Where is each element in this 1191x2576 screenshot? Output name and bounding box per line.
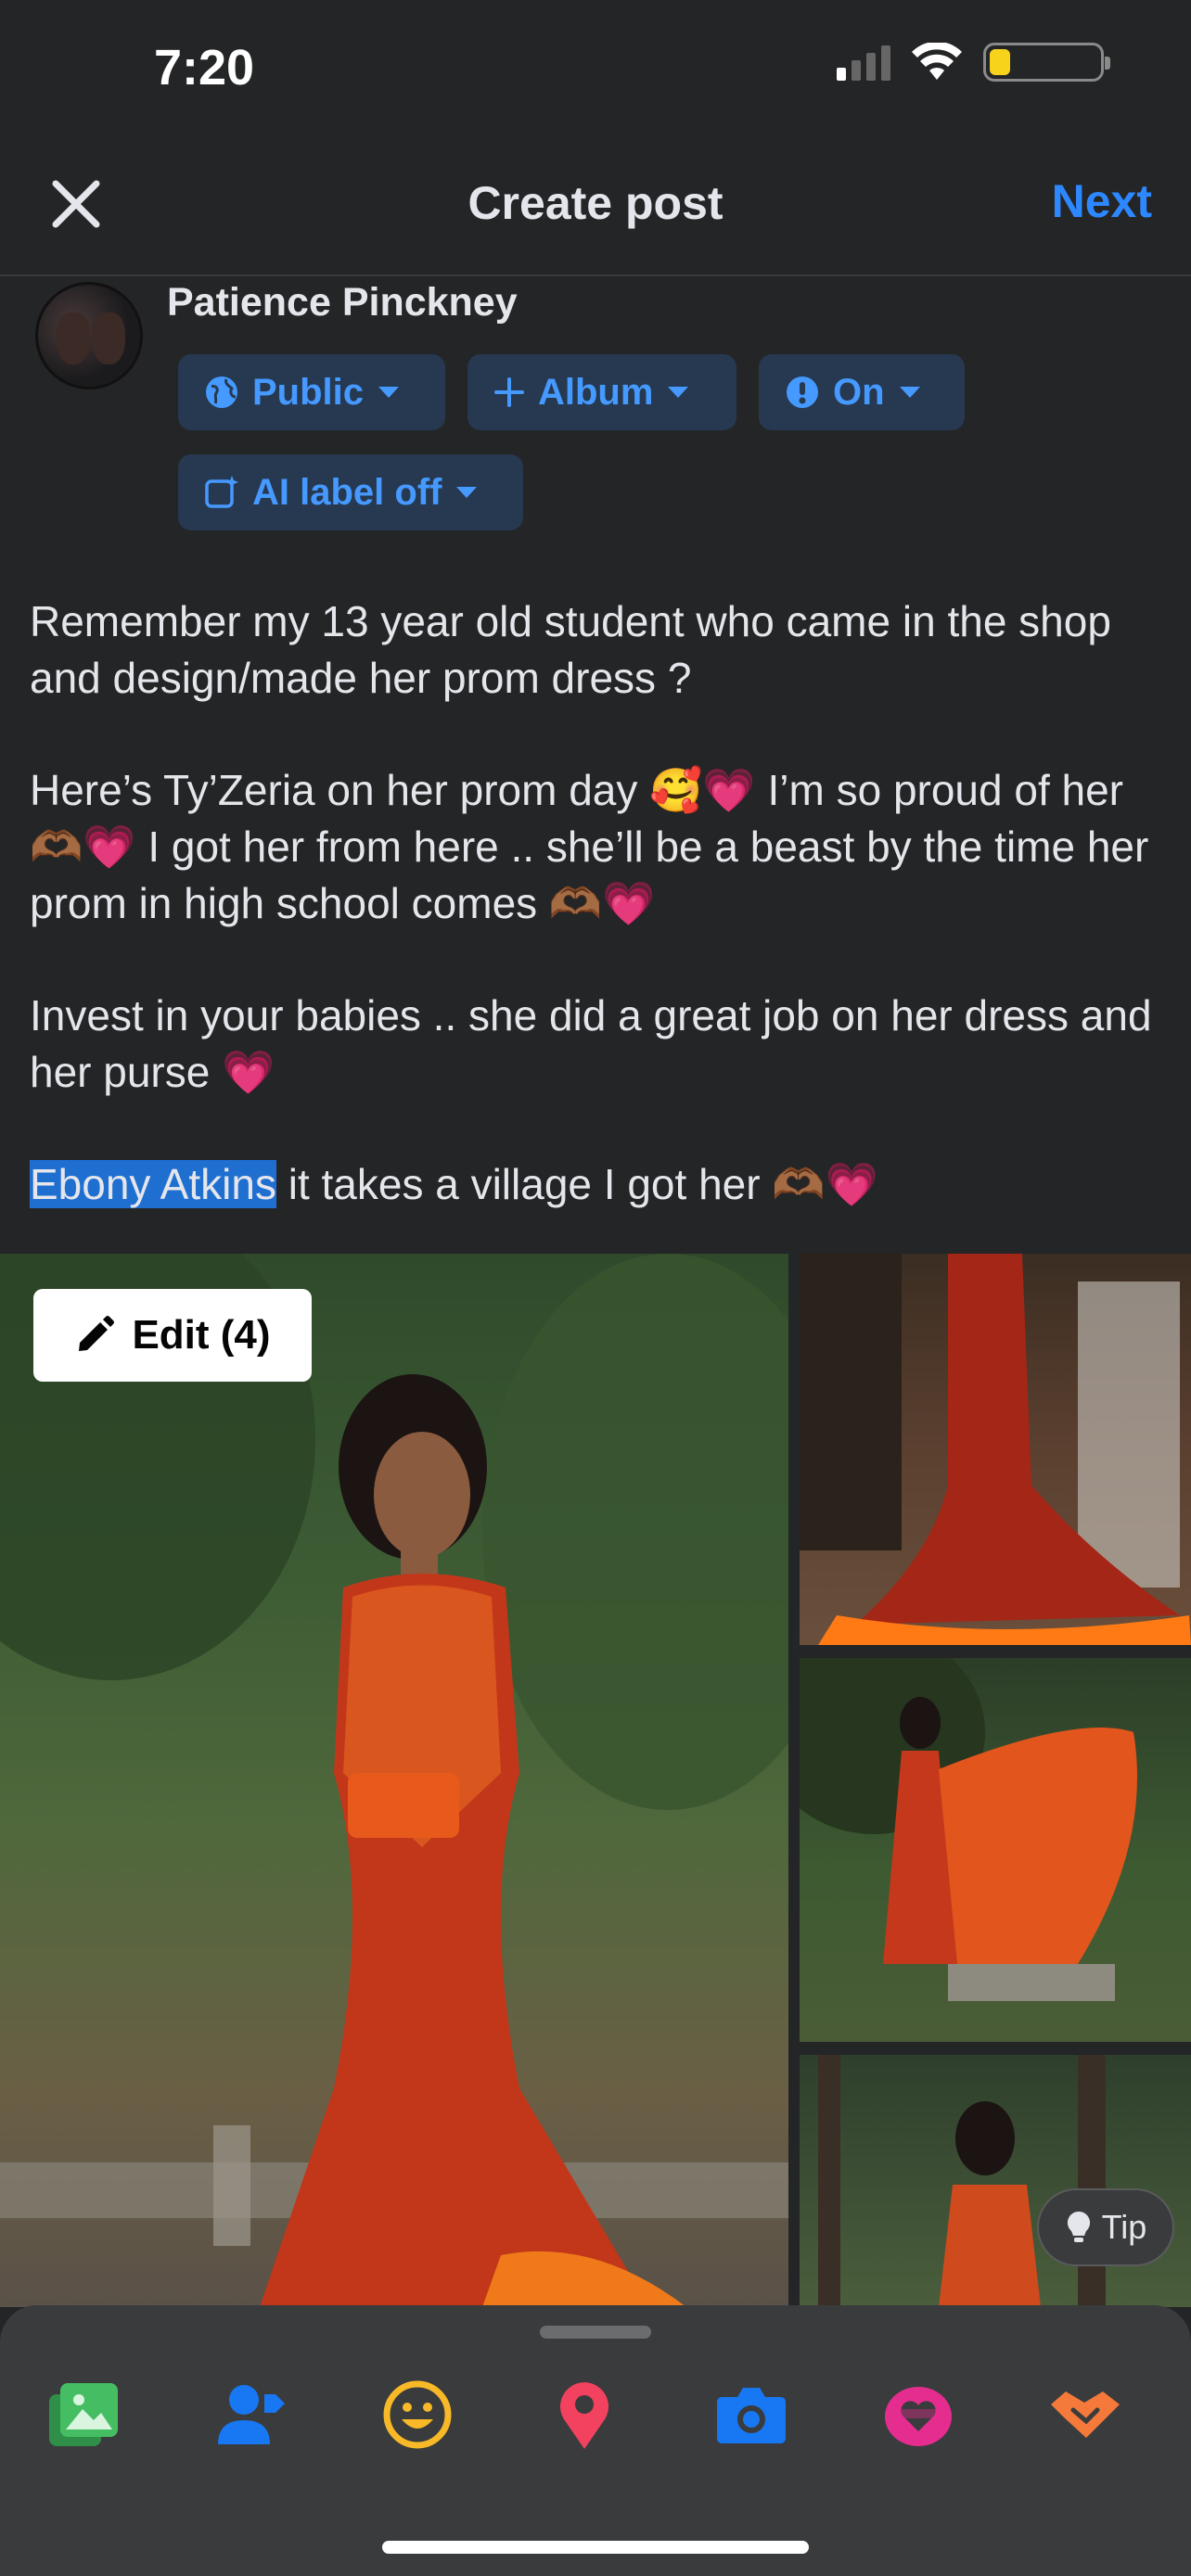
fundraiser-button[interactable]: [879, 2376, 957, 2454]
tip-button[interactable]: Tip: [1037, 2188, 1174, 2266]
photo-thumbnail[interactable]: [800, 1658, 1191, 2042]
post-paragraph: Invest in your babies .. she did a great…: [30, 991, 1152, 1096]
handshake-icon: [1051, 2391, 1120, 2438]
ai-label-icon: [205, 476, 238, 508]
info-alert-icon: [787, 376, 818, 408]
album-label: Album: [538, 371, 654, 413]
camera-button[interactable]: [712, 2376, 790, 2454]
drag-handle[interactable]: [540, 2326, 651, 2339]
post-paragraph-text: it takes a village I got her 🫶🏾💗: [275, 1160, 878, 1208]
post-paragraph: Here’s Ty’Zeria on her prom day 🥰💗 I’m s…: [30, 766, 1149, 927]
post-text-input[interactable]: Remember my 13 year old student who came…: [30, 593, 1158, 1213]
feeling-activity-button[interactable]: [378, 2376, 456, 2454]
ai-label-text: AI label off: [252, 471, 442, 513]
photo-dress-indoor-image: [800, 1254, 1191, 1645]
photo-prom-dress-image: [0, 1254, 788, 2307]
tag-people-icon: [218, 2385, 285, 2444]
edit-photos-button[interactable]: Edit (4): [33, 1289, 312, 1382]
tip-label: Tip: [1101, 2208, 1147, 2246]
home-indicator: [382, 2541, 809, 2554]
check-in-button[interactable]: [545, 2376, 623, 2454]
photo-main[interactable]: [0, 1254, 788, 2307]
page-title: Create post: [467, 177, 724, 229]
post-paragraph: Remember my 13 year old student who came…: [30, 597, 1111, 702]
photo-dress-pose-image: [818, 2055, 1106, 2307]
caret-down-icon: [456, 487, 478, 498]
caret-down-icon: [378, 387, 400, 398]
audience-chip[interactable]: Public: [178, 354, 445, 430]
edit-label: Edit (4): [132, 1312, 271, 1358]
location-pin-icon: [560, 2382, 608, 2449]
photo-dress-train-image: [800, 1658, 1137, 2001]
tag-people-button[interactable]: [211, 2376, 289, 2454]
mention-tag[interactable]: Ebony Atkins: [30, 1160, 276, 1208]
post-paragraph: Ebony Atkins it takes a village I got he…: [30, 1156, 1158, 1213]
lightbulb-icon: [1067, 2211, 1090, 2242]
on-chip[interactable]: On: [759, 354, 965, 430]
photo-thumbnail[interactable]: [800, 2055, 1191, 2307]
next-button[interactable]: Next: [1052, 174, 1152, 228]
photo-gallery-icon: [49, 2383, 118, 2446]
photo-thumbnail[interactable]: [800, 1254, 1191, 1645]
cellular-signal-icon: [837, 44, 890, 81]
audience-label: Public: [252, 371, 365, 413]
plus-icon: [494, 377, 524, 407]
smiley-icon: [383, 2380, 452, 2449]
fundraiser-heart-icon: [885, 2387, 952, 2446]
partnership-button[interactable]: [1046, 2376, 1124, 2454]
user-name: Patience Pinckney: [167, 280, 518, 325]
camera-icon: [717, 2388, 786, 2443]
caret-down-icon: [668, 387, 689, 398]
album-chip[interactable]: Album: [467, 354, 736, 430]
battery-icon: [983, 43, 1110, 82]
ai-label-chip[interactable]: AI label off: [178, 454, 523, 530]
pencil-icon: [79, 1316, 115, 1351]
photo-video-button[interactable]: [45, 2376, 122, 2454]
status-time: 7:20: [154, 40, 255, 96]
header-divider: [0, 274, 1191, 276]
caret-down-icon: [899, 387, 920, 398]
status-icons: [837, 43, 1110, 82]
on-label: On: [833, 371, 885, 413]
avatar: [35, 282, 143, 389]
wifi-icon: [912, 43, 962, 80]
globe-icon: [206, 376, 237, 408]
